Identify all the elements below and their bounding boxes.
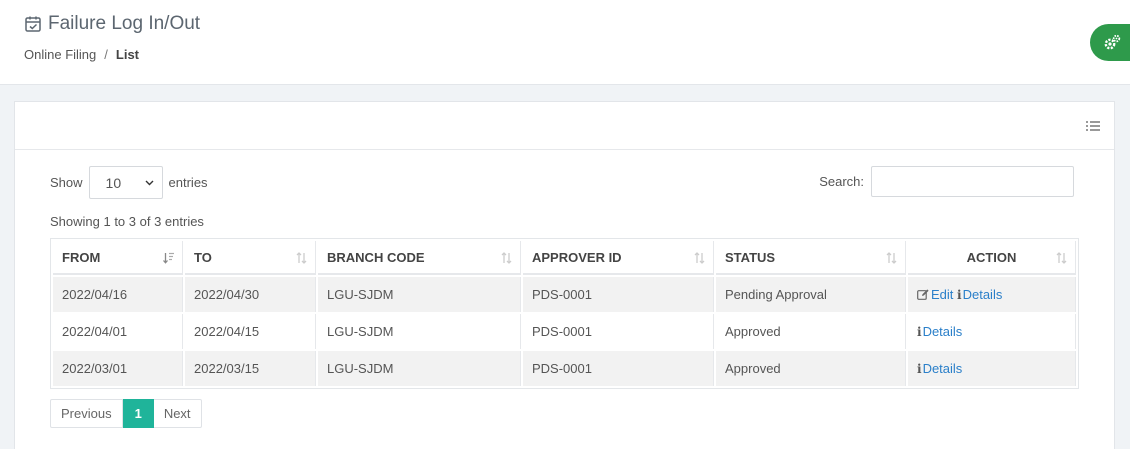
page-title-text: Failure Log In/Out — [48, 13, 201, 34]
column-header-action[interactable]: ACTION — [908, 241, 1076, 275]
table-header-row: FROM TO BRANCH CODE APPROVER ID STATUS A… — [53, 241, 1076, 275]
entries-length-select[interactable]: 10 — [88, 166, 163, 199]
sort-desc-icon — [163, 252, 174, 264]
sort-icon — [886, 252, 897, 264]
search-label: Search: — [819, 174, 864, 189]
settings-button[interactable] — [1090, 24, 1130, 61]
column-header-from[interactable]: FROM — [53, 241, 183, 275]
table-row: 2022/04/01 2022/04/15 LGU-SJDM PDS-0001 … — [53, 314, 1076, 349]
info-icon: i — [917, 325, 922, 339]
chevron-down-icon — [145, 180, 154, 186]
cell-to: 2022/04/15 — [185, 314, 316, 349]
pagination: Previous 1 Next — [50, 399, 202, 428]
details-label: Details — [962, 287, 1003, 302]
cell-from: 2022/04/01 — [53, 314, 183, 349]
breadcrumb-current: List — [115, 47, 140, 62]
table-row: 2022/04/16 2022/04/30 LGU-SJDM PDS-0001 … — [53, 277, 1076, 312]
cell-to: 2022/04/30 — [185, 277, 316, 312]
sort-icon — [1056, 252, 1067, 264]
edit-icon — [917, 289, 929, 300]
details-label: Details — [922, 361, 963, 376]
details-link[interactable]: iDetails — [957, 287, 1002, 302]
cell-action: iDetails — [908, 351, 1076, 386]
breadcrumb: Online Filing / List — [24, 47, 139, 62]
table-info: Showing 1 to 3 of 3 entries — [50, 214, 204, 229]
column-header-status[interactable]: STATUS — [716, 241, 906, 275]
cell-branch-code: LGU-SJDM — [318, 351, 521, 386]
search-area: Search: — [819, 166, 1074, 197]
entries-length-value: 10 — [105, 174, 122, 191]
column-header-label: ACTION — [966, 249, 1017, 265]
column-header-branch-code[interactable]: BRANCH CODE — [318, 241, 521, 275]
cell-branch-code: LGU-SJDM — [318, 314, 521, 349]
list-icon[interactable] — [1086, 120, 1100, 132]
details-link[interactable]: iDetails — [917, 324, 962, 339]
page-title: Failure Log In/Out — [24, 13, 200, 35]
column-header-label: FROM — [62, 249, 101, 265]
edit-label: Edit — [931, 287, 954, 302]
details-link[interactable]: iDetails — [917, 361, 962, 376]
cell-to: 2022/03/15 — [185, 351, 316, 386]
cell-approver-id: PDS-0001 — [523, 277, 714, 312]
cell-status: Pending Approval — [716, 277, 906, 312]
sort-icon — [501, 252, 512, 264]
column-header-approver-id[interactable]: APPROVER ID — [523, 241, 714, 275]
cell-status: Approved — [716, 314, 906, 349]
list-card: Show 10 entries Search: Showing 1 to 3 o… — [14, 101, 1115, 449]
column-header-label: STATUS — [725, 249, 776, 265]
cell-from: 2022/04/16 — [53, 277, 183, 312]
cell-approver-id: PDS-0001 — [523, 351, 714, 386]
sort-icon — [296, 252, 307, 264]
cell-status: Approved — [716, 351, 906, 386]
edit-link[interactable]: Edit — [917, 287, 957, 302]
card-header — [15, 102, 1114, 150]
page-1-button[interactable]: 1 — [122, 399, 154, 428]
column-header-label: APPROVER ID — [532, 249, 622, 265]
entries-label: entries — [168, 175, 208, 190]
previous-button[interactable]: Previous — [50, 399, 123, 428]
breadcrumb-separator: / — [104, 47, 108, 62]
details-label: Details — [922, 324, 963, 339]
info-icon: i — [957, 288, 962, 302]
cell-action: Edit iDetails — [908, 277, 1076, 312]
cell-approver-id: PDS-0001 — [523, 314, 714, 349]
column-header-label: TO — [194, 249, 212, 265]
next-button[interactable]: Next — [153, 399, 202, 428]
calendar-check-icon — [25, 16, 41, 32]
table-row: 2022/03/01 2022/03/15 LGU-SJDM PDS-0001 … — [53, 351, 1076, 386]
show-entries: Show 10 entries — [50, 166, 208, 199]
gears-icon — [1104, 34, 1121, 49]
column-header-to[interactable]: TO — [185, 241, 316, 275]
data-table: FROM TO BRANCH CODE APPROVER ID STATUS A… — [50, 238, 1079, 389]
breadcrumb-parent[interactable]: Online Filing — [24, 47, 96, 62]
cell-action: iDetails — [908, 314, 1076, 349]
cell-branch-code: LGU-SJDM — [318, 277, 521, 312]
cell-from: 2022/03/01 — [53, 351, 183, 386]
search-input[interactable] — [871, 166, 1074, 197]
column-header-label: BRANCH CODE — [327, 249, 425, 265]
show-label: Show — [50, 175, 83, 190]
page-header: Failure Log In/Out Online Filing / List — [0, 0, 1130, 85]
info-icon: i — [917, 362, 922, 376]
sort-icon — [694, 252, 705, 264]
